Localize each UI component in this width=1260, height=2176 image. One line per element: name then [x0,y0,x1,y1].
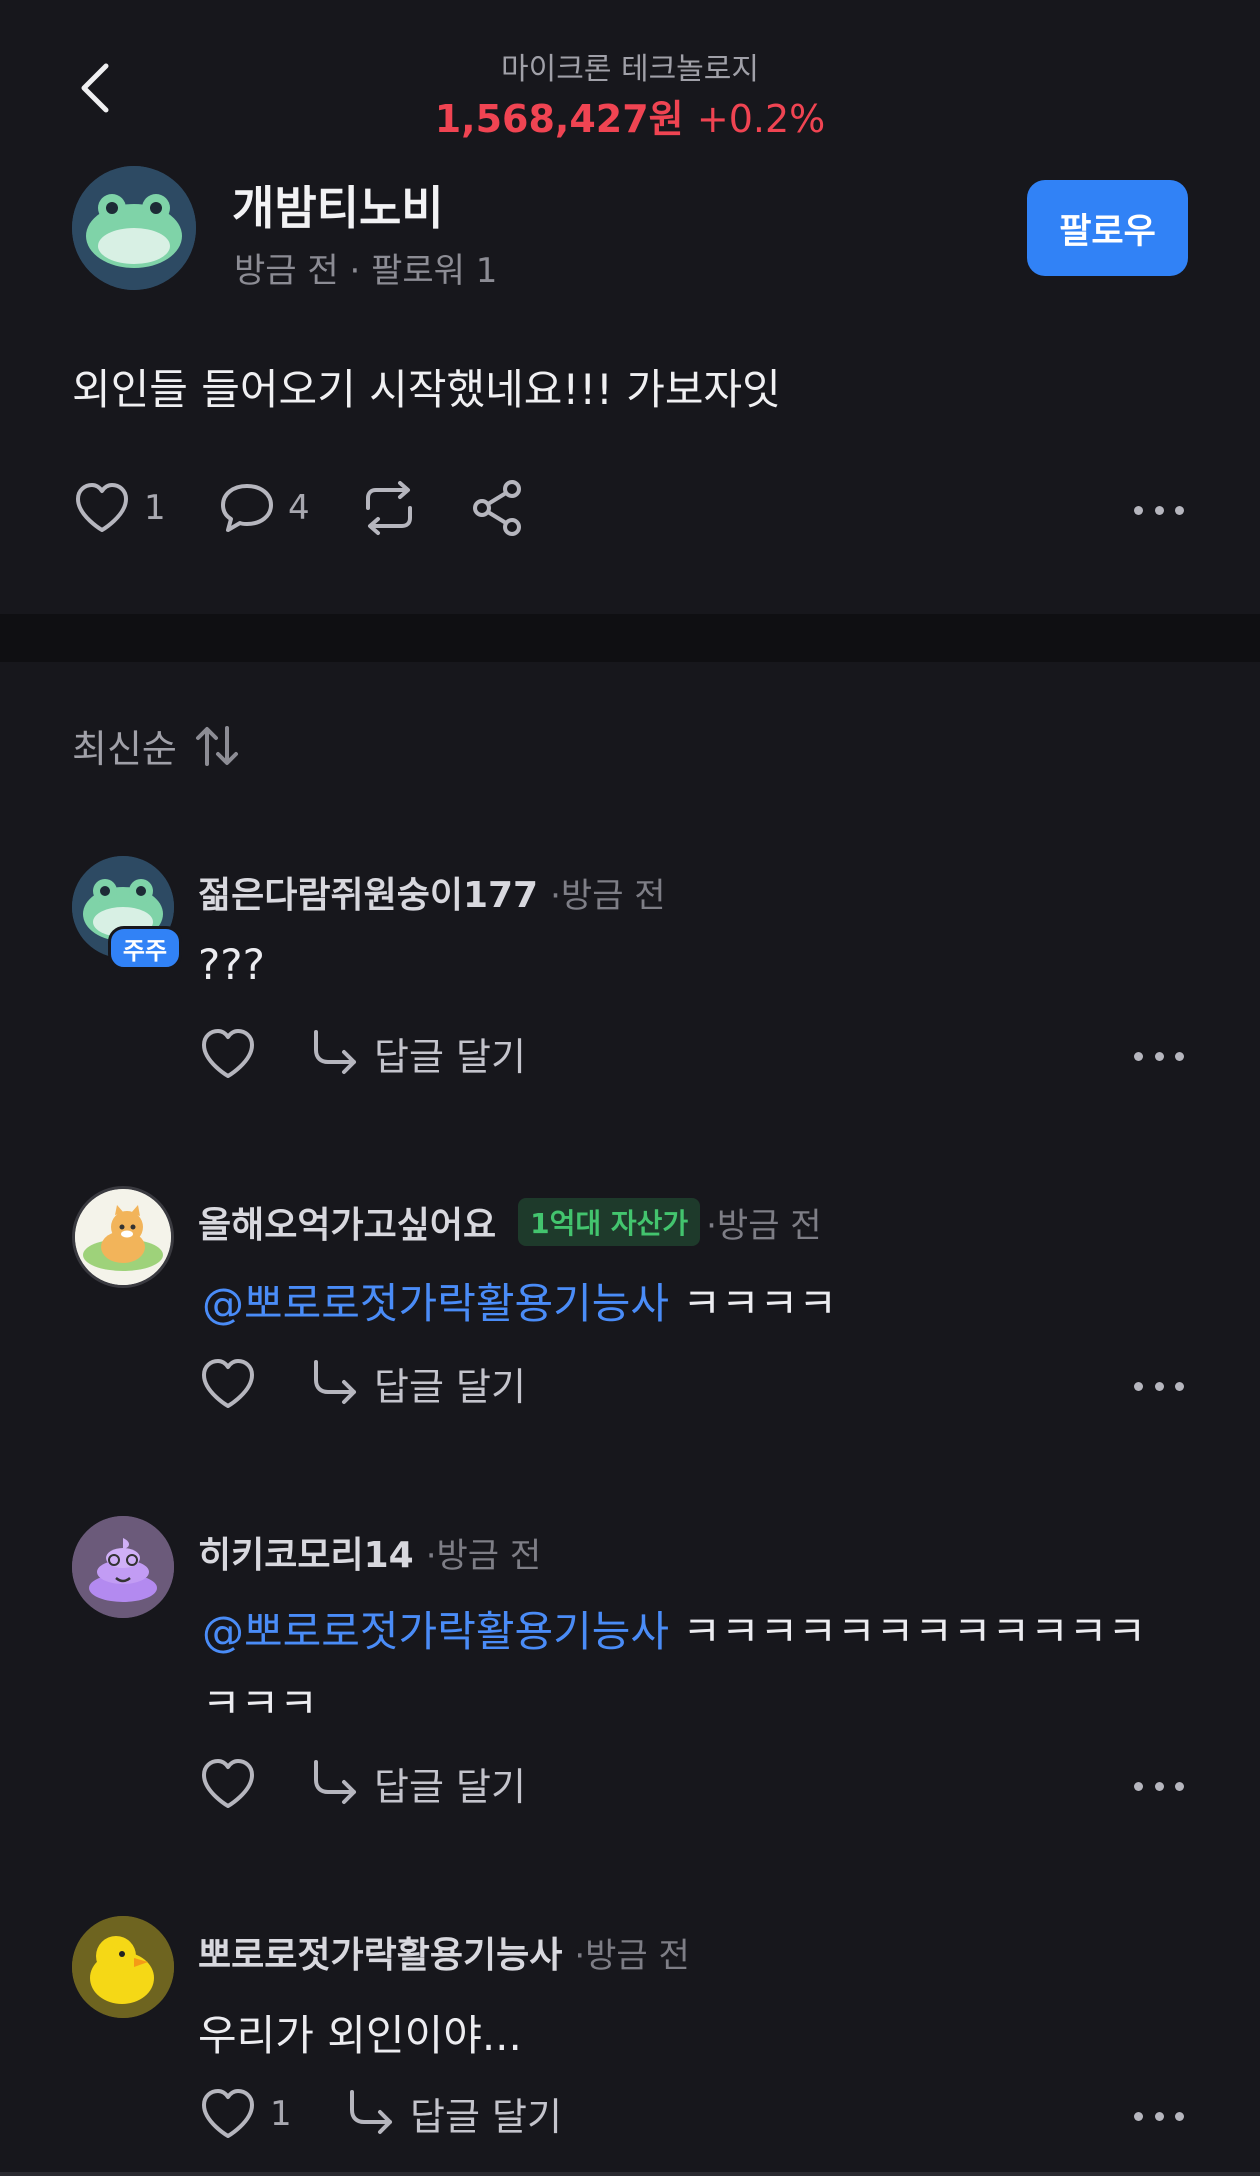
comment-like-action[interactable]: 1 [198,2086,292,2142]
comment-bubble-icon [218,480,276,536]
comment-author[interactable]: 올해오억가고싶어요 [198,1196,496,1248]
reply-button[interactable]: 답글 달기 [310,1756,526,1811]
reply-label: 답글 달기 [374,1365,526,1409]
shareholder-badge: 주주 [108,926,182,970]
reply-arrow-icon [314,1029,356,1074]
share-icon[interactable] [470,478,526,538]
reply-label: 답글 달기 [410,2095,562,2139]
comment-time: ·방금 전 [574,1936,690,1976]
comment-text: ??? [198,940,265,989]
comment-header: 젊은다람쥐원숭이177 ·방금 전 [198,866,666,918]
asset-badge: 1억대 자산가 [518,1198,701,1246]
swirl-avatar-icon [72,1516,174,1618]
post-body: 외인들 들어오기 시작했네요!!! 가보자잇 [72,365,781,414]
reply-label: 답글 달기 [374,1035,526,1079]
comment-count: 4 [288,488,310,528]
comment-header: 히키코모리14 ·방금 전 [198,1526,541,1578]
frog-avatar-icon [72,166,196,290]
follow-button[interactable]: 팔로우 [1027,180,1188,276]
comment-more-icon[interactable] [1134,2106,1184,2126]
comment-body: ㅋㅋㅋㅋㅋㅋㅋㅋㅋㅋㅋㅋ [682,1607,1147,1656]
comment-like-count: 1 [270,2094,292,2134]
comment-like-icon[interactable] [198,1356,258,1412]
heart-icon [72,480,132,536]
comment-time: ·방금 전 [706,1205,822,1246]
stock-name[interactable]: 마이크론 테크놀로지 [0,44,1260,88]
comment-avatar[interactable] [72,1186,174,1288]
duck-avatar-icon [72,1916,174,2018]
like-count: 1 [144,488,166,528]
comment-header: 뽀로로젓가락활용기능사 ·방금 전 [198,1926,690,1978]
reply-label: 답글 달기 [374,1765,526,1809]
heart-icon [198,2086,258,2142]
comment-text: 우리가 외인이야... [198,2011,522,2060]
sort-toggle[interactable]: 최신순 [72,718,241,773]
comment-like-icon[interactable] [198,1026,258,1082]
post-author-avatar[interactable] [72,166,196,290]
comment-text: @뽀로로젓가락활용기능사 ㅋㅋㅋㅋㅋㅋㅋㅋㅋㅋㅋㅋ [202,1598,1146,1659]
stock-change: +0.2% [696,97,826,141]
post-author-name[interactable]: 개밤티노비 [232,172,444,238]
sort-arrows-icon [177,724,241,768]
comment-avatar[interactable] [72,1916,174,2018]
comment-author[interactable]: 젊은다람쥐원숭이177 [198,866,538,918]
comment-more-icon[interactable] [1134,1376,1184,1396]
mention-link[interactable]: @뽀로로젓가락활용기능사 [202,1279,669,1328]
stock-price: 1,568,427원 [434,97,684,141]
comment-text: @뽀로로젓가락활용기능사 ㅋㅋㅋㅋ [202,1270,837,1331]
comment-more-icon[interactable] [1134,1046,1184,1066]
comment-header: 올해오억가고싶어요 1억대 자산가 ·방금 전 [198,1196,822,1248]
reply-arrow-icon [350,2089,392,2134]
comment-like-icon[interactable] [198,1756,258,1812]
reply-button[interactable]: 답글 달기 [346,2086,562,2141]
bottom-divider [0,2172,1260,2176]
comment-more-icon[interactable] [1134,1776,1184,1796]
like-action[interactable]: 1 [72,480,166,536]
reply-arrow-icon [314,1359,356,1404]
post-more-icon[interactable] [1134,500,1184,520]
sort-label: 최신순 [72,727,177,771]
comment-author[interactable]: 히키코모리14 [198,1526,414,1578]
comment-text-continued: ㅋㅋㅋ [202,1679,318,1728]
comment-time: ·방금 전 [425,1536,542,1576]
comment-time: ·방금 전 [550,876,666,916]
comment-body: ㅋㅋㅋㅋ [682,1279,837,1328]
mention-link[interactable]: @뽀로로젓가락활용기능사 [202,1607,669,1656]
section-divider [0,614,1260,662]
comment-action[interactable]: 4 [218,480,310,536]
repost-icon[interactable] [358,478,420,538]
comment-avatar[interactable] [72,1516,174,1618]
cat-avatar-icon [75,1189,171,1285]
post-author-meta: 방금 전 · 팔로워 1 [234,251,498,291]
reply-button[interactable]: 답글 달기 [310,1026,526,1081]
reply-arrow-icon [314,1759,356,1804]
comment-author[interactable]: 뽀로로젓가락활용기능사 [198,1926,562,1978]
stock-price-line: 1,568,427원 +0.2% [0,88,1260,143]
reply-button[interactable]: 답글 달기 [310,1356,526,1411]
